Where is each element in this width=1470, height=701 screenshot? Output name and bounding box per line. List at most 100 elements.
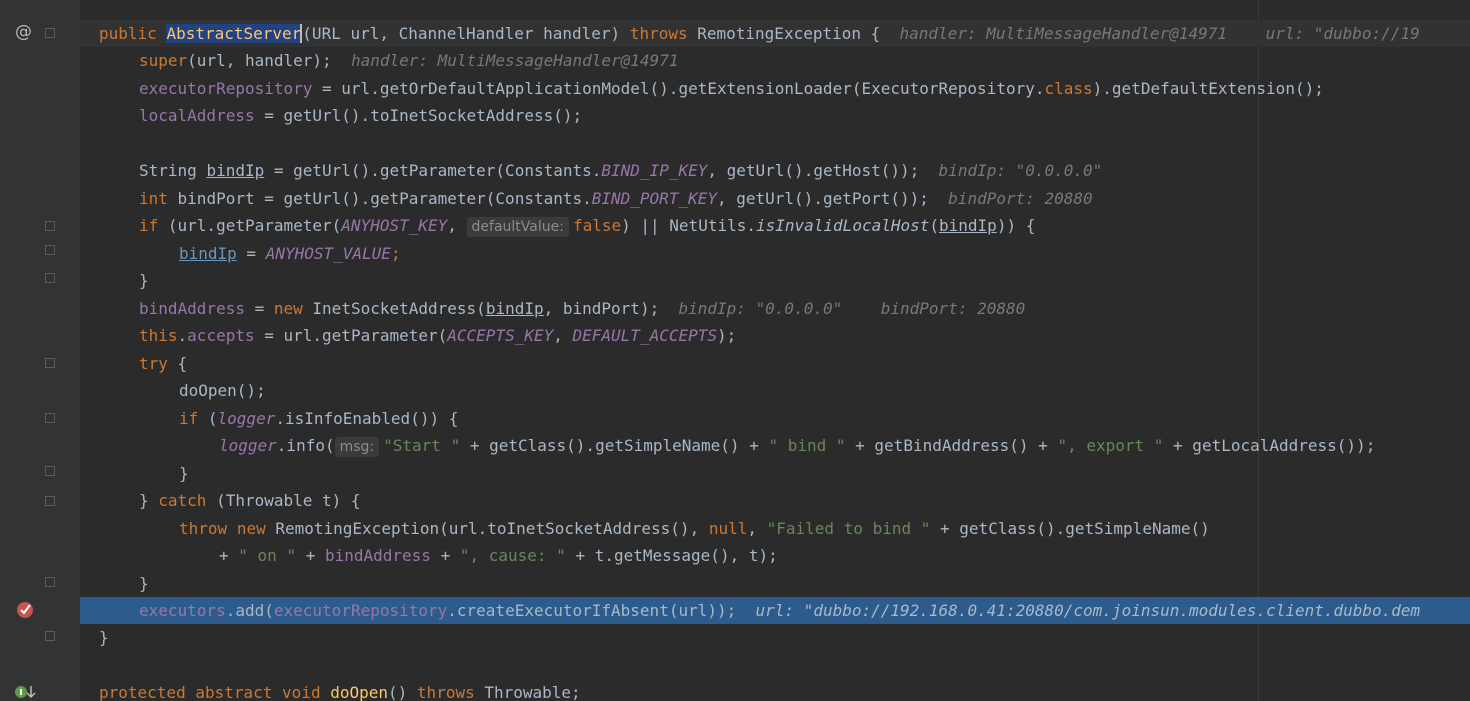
implemented-down-icon[interactable] (14, 684, 38, 701)
string-literal: " bind " (768, 436, 846, 455)
code-line[interactable]: doOpen(); (80, 377, 1470, 404)
current-execution-line[interactable]: executors.add(executorRepository.createE… (80, 597, 1470, 624)
field-ref: executorRepository (139, 79, 313, 98)
string-literal: ", export " (1057, 436, 1164, 455)
constructor-name[interactable]: AbstractServer (166, 24, 302, 43)
keyword: new (273, 299, 303, 318)
variable-ref: bindIp (485, 299, 544, 318)
code-line[interactable]: + " on " + bindAddress + ", cause: " + t… (80, 542, 1470, 569)
keyword: try (139, 354, 168, 373)
constant-ref: ACCEPTS_KEY (447, 326, 554, 345)
variable-ref: bindIp (179, 244, 237, 263)
code-text: + (296, 546, 325, 565)
code-text: + getClass().getSimpleName() (930, 519, 1210, 538)
keyword: void (282, 683, 321, 701)
keyword: abstract (195, 683, 273, 701)
code-text: (URL url, ChannelHandler handler) (302, 24, 630, 43)
fold-icon[interactable] (45, 496, 55, 506)
code-text: )) { (996, 216, 1036, 235)
debug-inline-hint: bindIp: "0.0.0.0" (938, 161, 1103, 180)
code-line[interactable]: if (url.getParameter(ANYHOST_KEY, defaul… (80, 212, 1470, 239)
code-text: } (139, 271, 149, 290)
code-text: .add( (225, 601, 274, 620)
keyword: class (1044, 79, 1093, 98)
keyword: throws (629, 24, 688, 43)
parameter-hint: defaultValue: (466, 217, 569, 237)
code-line[interactable]: super(url, handler); handler: MultiMessa… (80, 47, 1470, 74)
code-line[interactable]: localAddress = getUrl().toInetSocketAddr… (80, 102, 1470, 129)
override-icon[interactable]: @ (15, 22, 32, 42)
code-text: ) || NetUtils. (621, 216, 756, 235)
code-line[interactable]: String bindIp = getUrl().getParameter(Co… (80, 157, 1470, 184)
code-text: RemotingException(url.toInetSocketAddres… (265, 519, 709, 538)
fold-icon[interactable] (45, 358, 55, 368)
code-text: } (139, 574, 149, 593)
code-text: , bindPort); (543, 299, 660, 318)
fold-icon[interactable] (45, 413, 55, 423)
keyword: if (179, 409, 199, 428)
code-line[interactable]: bindIp = ANYHOST_VALUE; (80, 240, 1470, 267)
code-text: InetSocketAddress( (302, 299, 486, 318)
editor-gutter[interactable]: @ (0, 0, 80, 701)
variable-ref: bindIp (939, 216, 997, 235)
code-line[interactable]: } (80, 460, 1470, 487)
code-line[interactable]: } (80, 570, 1470, 597)
code-text: } (179, 464, 189, 483)
constant-ref: BIND_IP_KEY (601, 161, 708, 180)
code-editor[interactable]: public AbstractServer(URL url, ChannelHa… (80, 0, 1470, 701)
code-text: + (219, 546, 239, 565)
field-ref: localAddress (139, 106, 255, 125)
code-text: . (177, 326, 188, 345)
code-text: ( (929, 216, 940, 235)
code-text: bindPort = getUrl().getParameter(Constan… (167, 189, 592, 208)
code-text: + (430, 546, 460, 565)
code-text: , getUrl().getPort()); (716, 189, 929, 208)
debug-inline-hint: url: "dubbo://192.168.0.41:20880/com.joi… (755, 601, 1421, 620)
code-line[interactable]: executorRepository = url.getOrDefaultApp… (80, 75, 1470, 102)
breakpoint-check-icon[interactable] (16, 601, 34, 619)
code-text: .isInfoEnabled()) { (275, 409, 459, 428)
debug-inline-hint: handler: MultiMessageHandler@14971 (350, 51, 679, 70)
code-text: = url.getParameter( (254, 326, 448, 345)
keyword: this (139, 326, 178, 345)
code-line[interactable]: protected abstract void doOpen() throws … (80, 679, 1470, 701)
code-text: { (167, 354, 188, 373)
field-ref: logger (217, 409, 276, 428)
field-ref: accepts (187, 326, 255, 345)
code-text: .info( (276, 436, 335, 455)
code-text: = (244, 299, 274, 318)
fold-icon[interactable] (45, 28, 55, 38)
fold-icon[interactable] (45, 466, 55, 476)
code-line[interactable]: } (80, 624, 1470, 651)
code-line[interactable]: } catch (Throwable t) { (80, 487, 1470, 514)
keyword: public (99, 24, 157, 43)
code-text: + getLocalAddress()); (1163, 436, 1376, 455)
code-text: String (139, 161, 207, 180)
keyword: new (236, 519, 266, 538)
code-line[interactable]: int bindPort = getUrl().getParameter(Con… (80, 185, 1470, 212)
fold-icon[interactable] (45, 273, 55, 283)
fold-icon[interactable] (45, 631, 55, 641)
fold-icon[interactable] (45, 577, 55, 587)
string-literal: "Start " (383, 436, 461, 455)
constant-ref: ANYHOST_KEY (341, 216, 448, 235)
code-text: () (388, 683, 417, 701)
string-literal: " on " (238, 546, 297, 565)
code-line[interactable]: public AbstractServer(URL url, ChannelHa… (80, 20, 1470, 47)
code-text: , getUrl().getHost()); (707, 161, 920, 180)
code-line[interactable]: logger.info(msg: "Start " + getClass().ge… (80, 432, 1470, 459)
code-line[interactable]: try { (80, 350, 1470, 377)
code-line[interactable]: this.accepts = url.getParameter(ACCEPTS_… (80, 322, 1470, 349)
code-text: , (447, 216, 467, 235)
code-line[interactable]: if (logger.isInfoEnabled()) { (80, 405, 1470, 432)
keyword: int (139, 189, 168, 208)
code-text: ; (390, 244, 401, 263)
field-ref: executors (139, 601, 226, 620)
fold-icon[interactable] (45, 221, 55, 231)
keyword: false (572, 216, 622, 235)
code-line[interactable]: throw new RemotingException(url.toInetSo… (80, 515, 1470, 542)
constant-ref: ANYHOST_VALUE (265, 244, 391, 263)
fold-icon[interactable] (45, 245, 55, 255)
code-line[interactable]: bindAddress = new InetSocketAddress(bind… (80, 295, 1470, 322)
code-line[interactable]: } (80, 267, 1470, 294)
